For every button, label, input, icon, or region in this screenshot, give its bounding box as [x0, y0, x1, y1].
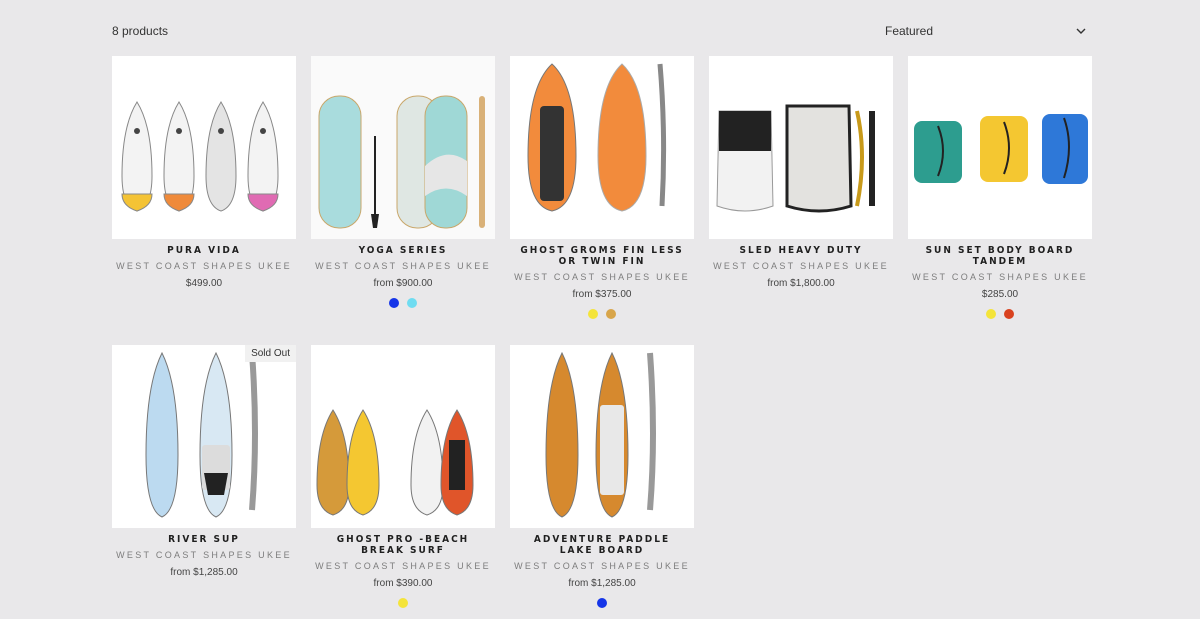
- product-price: from $1,285.00: [170, 567, 238, 578]
- product-image[interactable]: Sold Out: [112, 345, 296, 528]
- product-image[interactable]: [908, 56, 1092, 239]
- product-card[interactable]: GHOST GROMS FIN LESS OR TWIN FIN WEST CO…: [510, 56, 694, 319]
- color-swatch[interactable]: [1004, 309, 1014, 319]
- product-title[interactable]: SUN SET BODY BOARD TANDEM: [908, 245, 1092, 267]
- sort-dropdown[interactable]: Featured: [885, 24, 1087, 38]
- product-count: 8 products: [112, 24, 169, 38]
- product-title[interactable]: YOGA SERIES: [311, 245, 495, 256]
- product-title[interactable]: RIVER SUP: [112, 534, 296, 545]
- product-vendor: WEST COAST SHAPES UKEE: [116, 550, 292, 560]
- product-card[interactable]: PURA VIDA WEST COAST SHAPES UKEE $499.00: [112, 56, 296, 289]
- product-price: $499.00: [185, 278, 223, 289]
- color-swatch[interactable]: [389, 298, 399, 308]
- product-card[interactable]: Sold Out RIVER SUP WEST COAST SHAPES UKE…: [112, 345, 296, 578]
- product-title[interactable]: GHOST GROMS FIN LESS OR TWIN FIN: [510, 245, 694, 267]
- product-price: from $1,285.00: [568, 578, 636, 589]
- color-swatches: [311, 298, 495, 308]
- product-card[interactable]: ADVENTURE PADDLE LAKE BOARD WEST COAST S…: [510, 345, 694, 608]
- sold-out-badge: Sold Out: [245, 345, 296, 362]
- product-price: from $1,800.00: [767, 278, 835, 289]
- product-image[interactable]: [510, 345, 694, 528]
- product-card[interactable]: SUN SET BODY BOARD TANDEM WEST COAST SHA…: [908, 56, 1092, 319]
- product-title[interactable]: ADVENTURE PADDLE LAKE BOARD: [510, 534, 694, 556]
- product-vendor: WEST COAST SHAPES UKEE: [514, 561, 690, 571]
- color-swatches: [311, 598, 495, 608]
- color-swatch[interactable]: [606, 309, 616, 319]
- product-title[interactable]: SLED HEAVY DUTY: [709, 245, 893, 256]
- color-swatches: [510, 598, 694, 608]
- product-vendor: WEST COAST SHAPES UKEE: [514, 272, 690, 282]
- product-card[interactable]: YOGA SERIES WEST COAST SHAPES UKEE from …: [311, 56, 495, 308]
- product-price: from $390.00: [373, 578, 433, 589]
- product-vendor: WEST COAST SHAPES UKEE: [315, 561, 491, 571]
- product-vendor: WEST COAST SHAPES UKEE: [315, 261, 491, 271]
- product-card[interactable]: GHOST PRO -BEACH BREAK SURF WEST COAST S…: [311, 345, 495, 608]
- product-price: from $900.00: [373, 278, 433, 289]
- product-vendor: WEST COAST SHAPES UKEE: [912, 272, 1088, 282]
- color-swatch[interactable]: [588, 309, 598, 319]
- color-swatch[interactable]: [398, 598, 408, 608]
- color-swatches: [908, 309, 1092, 319]
- product-vendor: WEST COAST SHAPES UKEE: [713, 261, 889, 271]
- product-vendor: WEST COAST SHAPES UKEE: [116, 261, 292, 271]
- product-title[interactable]: GHOST PRO -BEACH BREAK SURF: [311, 534, 495, 556]
- chevron-down-icon: [1075, 25, 1087, 37]
- color-swatch[interactable]: [407, 298, 417, 308]
- product-price: $285.00: [981, 289, 1019, 300]
- sort-selected-value: Featured: [885, 24, 934, 38]
- product-image[interactable]: [709, 56, 893, 239]
- product-card[interactable]: SLED HEAVY DUTY WEST COAST SHAPES UKEE f…: [709, 56, 893, 289]
- product-image[interactable]: [311, 345, 495, 528]
- product-price: from $375.00: [572, 289, 632, 300]
- product-image[interactable]: [311, 56, 495, 239]
- collection-toolbar: 8 products Featured: [112, 22, 1087, 42]
- product-image[interactable]: [510, 56, 694, 239]
- color-swatches: [510, 309, 694, 319]
- color-swatch[interactable]: [986, 309, 996, 319]
- color-swatch[interactable]: [597, 598, 607, 608]
- product-image[interactable]: [112, 56, 296, 239]
- product-title[interactable]: PURA VIDA: [112, 245, 296, 256]
